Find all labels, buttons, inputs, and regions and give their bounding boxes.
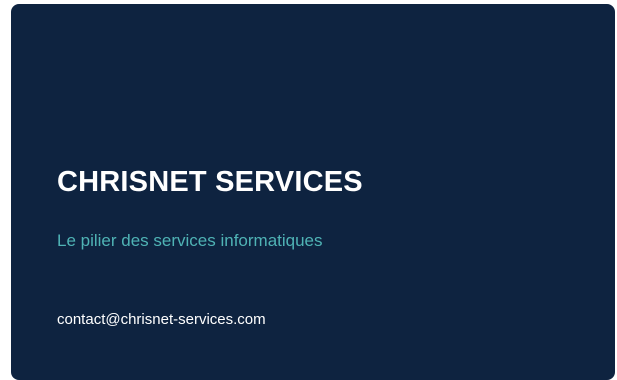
business-card: CHRISNET SERVICES Le pilier des services… <box>11 4 615 380</box>
company-name: CHRISNET SERVICES <box>57 166 363 198</box>
tagline: Le pilier des services informatiques <box>57 231 323 250</box>
contact-email-link[interactable]: contact@chrisnet-services.com <box>57 310 266 330</box>
